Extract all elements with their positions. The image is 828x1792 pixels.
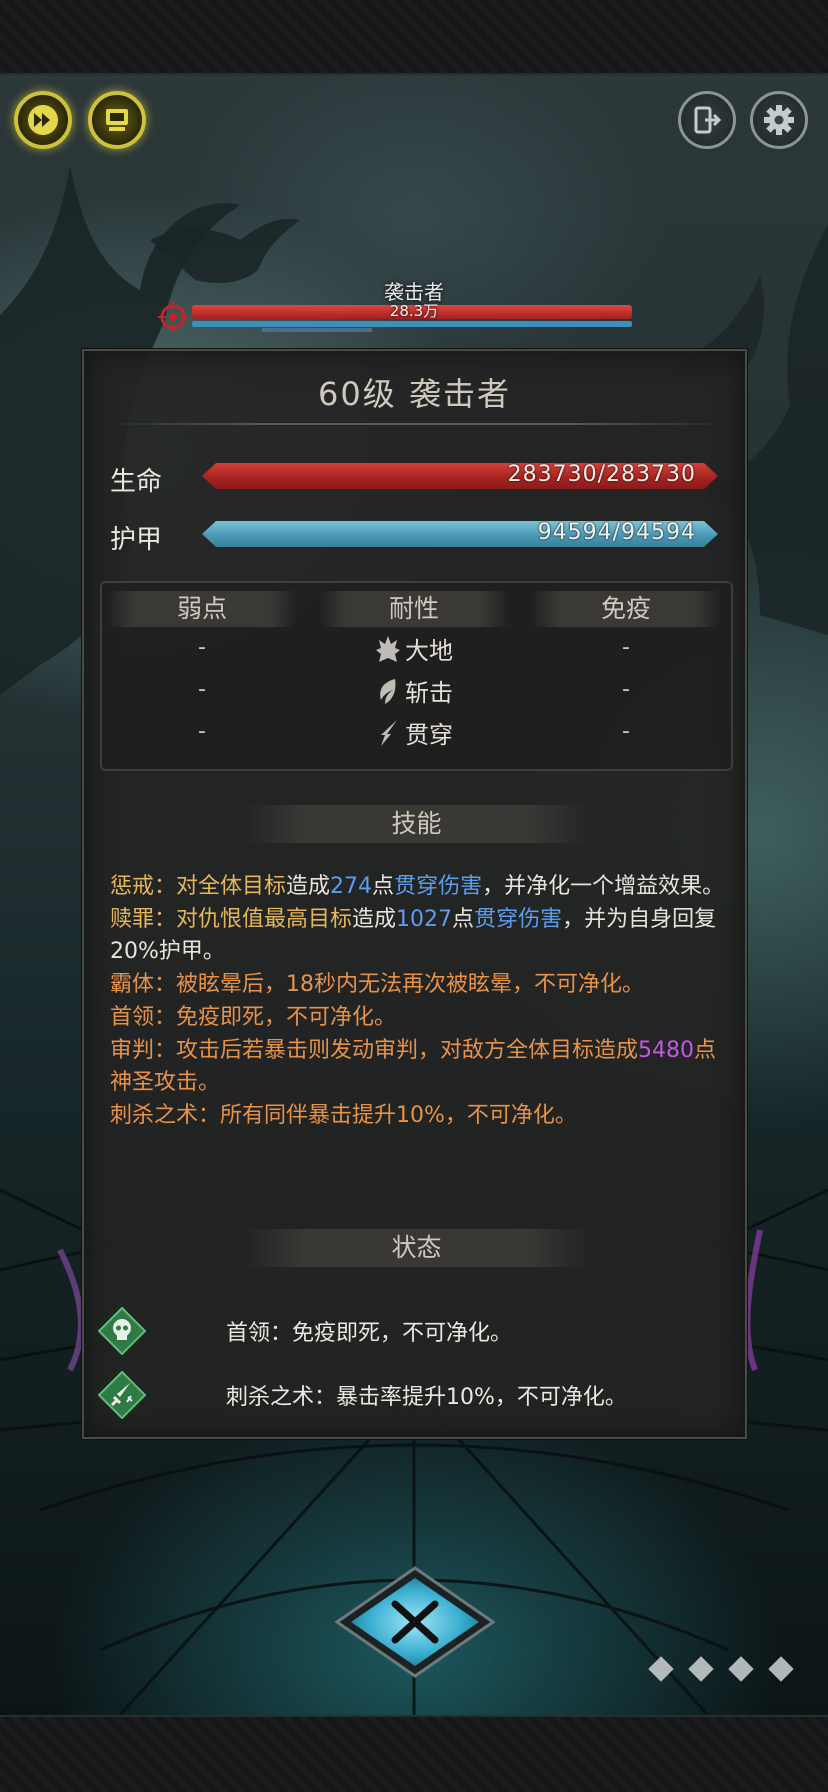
status-header: 状态	[244, 1229, 589, 1267]
immune-header: 免疫	[530, 591, 722, 627]
weakness-cell: -	[198, 635, 206, 660]
resist-label: 贯穿	[405, 721, 453, 749]
weakness-cell: -	[198, 719, 206, 744]
panel-title: 60级 袭击者	[318, 375, 511, 413]
auto-battle-button[interactable]	[88, 91, 146, 149]
skill-text: 被眩晕后，18秒内无法再次被眩晕，不可净化。	[176, 972, 645, 997]
skill-list: 惩戒：对全体目标造成274点贯穿伤害，并净化一个增益效果。 赎罪：对仇恨值最高目…	[110, 871, 730, 1133]
skill-text: ，并净化一个增益效果。	[482, 874, 725, 899]
slash-icon	[380, 678, 396, 704]
skill-entry: 赎罪：对仇恨值最高目标造成1027点贯穿伤害，并为自身回复20%护甲。	[110, 904, 730, 968]
resist-cell: 大地	[318, 631, 510, 666]
skill-name: 首领：	[110, 1005, 177, 1030]
skill-entry: 霸体：被眩晕后，18秒内无法再次被眩晕，不可净化。	[110, 969, 730, 1001]
armor-value: 94594/94594	[537, 520, 696, 545]
weakness-cell: -	[198, 677, 206, 702]
fast-forward-icon	[28, 105, 58, 135]
weakness-header: 弱点	[106, 591, 298, 627]
page-dot[interactable]	[688, 1656, 714, 1682]
skill-number: 274	[330, 874, 373, 899]
skill-text: 造成	[286, 874, 331, 899]
skill-name: 审判：	[110, 1038, 177, 1063]
status-text: 首领：免疫即死，不可净化。	[226, 1321, 513, 1346]
hp-value: 283730/283730	[507, 462, 696, 487]
skill-text: 点	[372, 874, 395, 899]
skill-target: 对全体目标	[176, 874, 287, 899]
skill-name: 刺杀之术：	[110, 1103, 221, 1128]
fast-forward-button[interactable]	[14, 91, 72, 149]
skill-entry: 惩戒：对全体目标造成274点贯穿伤害，并净化一个增益效果。	[110, 871, 730, 903]
resist-header: 耐性	[318, 591, 510, 627]
gear-icon	[764, 105, 794, 135]
armor-label: 护甲	[110, 525, 163, 555]
skill-name: 惩戒：	[110, 874, 177, 899]
immune-cell: -	[622, 719, 630, 744]
page-dot[interactable]	[768, 1656, 794, 1682]
skill-number: 1027	[396, 907, 453, 932]
settings-button[interactable]	[750, 91, 808, 149]
skill-name: 霸体：	[110, 972, 177, 997]
skill-damage-type: 贯穿伤害	[394, 874, 483, 899]
immune-cell: -	[622, 677, 630, 702]
immune-cell: -	[622, 635, 630, 660]
resist-cell: 斩击	[318, 673, 510, 708]
skill-name: 赎罪：	[110, 907, 177, 932]
title-divider	[104, 423, 729, 425]
skull-icon	[98, 1307, 146, 1355]
skill-text: 攻击后若暴击则发动审判，对敌方全体目标造成	[176, 1038, 639, 1063]
skill-text: 造成	[352, 907, 397, 932]
exit-icon	[694, 106, 722, 134]
status-text: 刺杀之术：暴击率提升10%，不可净化。	[226, 1385, 627, 1410]
boss-armor-sub-bar	[262, 328, 372, 332]
boss-hp-text: 28.3万	[389, 302, 439, 320]
skill-number: 5480	[638, 1038, 695, 1063]
hp-bar: 283730/283730	[202, 463, 718, 489]
skill-entry: 审判：攻击后若暴击则发动审判，对敌方全体目标造成5480点神圣攻击。	[110, 1035, 730, 1099]
resistance-table: 弱点 耐性 免疫 - - - 大地 斩击 贯穿 - - -	[100, 581, 733, 771]
hp-label: 生命	[110, 467, 163, 497]
resist-cell: 贯穿	[318, 715, 510, 750]
skill-entry: 刺杀之术：所有同伴暴击提升10%，不可净化。	[110, 1100, 730, 1132]
close-button[interactable]	[335, 1566, 495, 1678]
top-frame-bar	[0, 0, 828, 75]
status-row: 首领：免疫即死，不可净化。	[98, 1307, 738, 1355]
skill-target: 对仇恨值最高目标	[176, 907, 353, 932]
bottom-frame-bar	[0, 1715, 828, 1792]
page-dot[interactable]	[728, 1656, 754, 1682]
armor-bar: 94594/94594	[202, 521, 718, 547]
earth-icon	[376, 635, 400, 662]
resist-label: 大地	[405, 637, 453, 665]
skill-entry: 首领：免疫即死，不可净化。	[110, 1002, 730, 1034]
exit-button[interactable]	[678, 91, 736, 149]
resist-label: 斩击	[405, 679, 453, 707]
skills-header: 技能	[244, 805, 589, 843]
skill-text: 免疫即死，不可净化。	[176, 1005, 397, 1030]
enemy-info-panel: 60级 袭击者 生命 283730/283730 护甲 94594/94594 …	[82, 349, 747, 1439]
status-row: 刺杀之术：暴击率提升10%，不可净化。	[98, 1371, 738, 1419]
pierce-icon	[381, 719, 397, 746]
dagger-icon	[98, 1371, 146, 1419]
skill-text: 所有同伴暴击提升10%，不可净化。	[220, 1103, 577, 1128]
boss-armor-bar	[192, 321, 632, 327]
page-dot[interactable]	[648, 1656, 674, 1682]
auto-battle-icon	[106, 109, 128, 131]
skill-damage-type: 贯穿伤害	[474, 907, 563, 932]
skill-text: 点	[452, 907, 475, 932]
page-indicator	[648, 1656, 794, 1682]
